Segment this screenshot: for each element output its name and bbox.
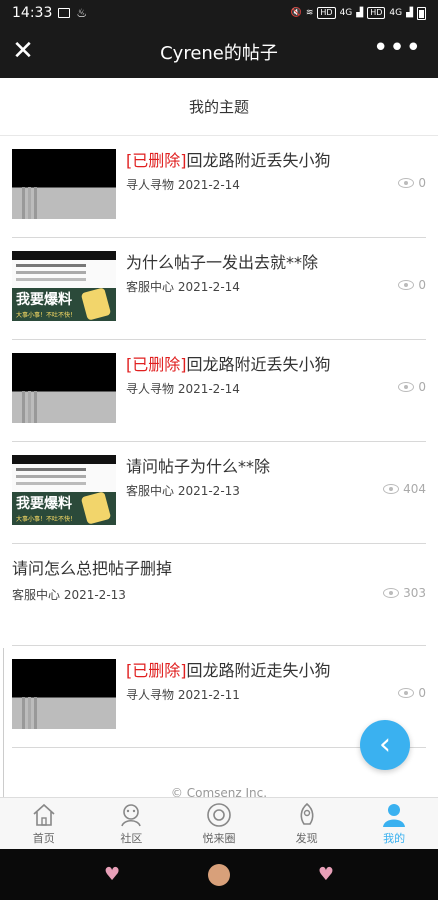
view-count: 0 (398, 278, 426, 292)
post-meta: 寻人寻物 2021-2-11 (126, 688, 240, 702)
eye-icon (383, 588, 400, 598)
tab-home[interactable]: 首页 (0, 798, 88, 849)
view-count: 404 (383, 482, 426, 496)
eye-icon (398, 178, 415, 188)
post-meta: 寻人寻物 2021-2-14 (126, 382, 240, 396)
eye-icon (398, 382, 415, 392)
chevron-left-icon: ‹ (379, 727, 391, 762)
image-notification-icon (58, 8, 71, 18)
home-icon (31, 802, 57, 828)
post-list: [已删除]回龙路附近丢失小狗 寻人寻物 2021-2-14 0 我要爆料 大事小… (0, 136, 438, 748)
eye-icon (398, 688, 415, 698)
discover-icon (294, 802, 320, 828)
eye-icon (383, 484, 400, 494)
hd-badge-1: HD (317, 7, 336, 19)
close-icon[interactable]: ✕ (10, 38, 36, 64)
recent-heart-icon[interactable]: ♥ (318, 864, 334, 885)
section-title: 我的主题 (0, 78, 438, 136)
app-notification-icon: ♨ (76, 6, 88, 20)
list-item[interactable]: 我要爆料 大事小事！不吐不快！ 请问帖子为什么**除 客服中心 2021-2-1… (12, 442, 426, 544)
status-time: 14:33 (12, 5, 53, 21)
profile-icon (381, 802, 407, 828)
post-thumbnail (12, 149, 116, 219)
view-count: 0 (398, 176, 426, 190)
wifi-icon: ≋ (305, 8, 314, 18)
post-meta: 客服中心 2021-2-13 (126, 484, 240, 498)
post-meta: 客服中心 2021-2-14 (126, 280, 240, 294)
mute-icon: 🔇 (290, 8, 302, 18)
post-thumbnail: 我要爆料 大事小事！不吐不快！ (12, 251, 116, 321)
network-badge-2: 4G (389, 8, 403, 18)
signal-icon-2: ▟ (406, 8, 413, 18)
network-badge-1: 4G (339, 8, 353, 18)
tab-profile[interactable]: 我的 (350, 798, 438, 849)
tab-circle[interactable]: 悦来圈 (175, 798, 263, 849)
community-icon (118, 802, 144, 828)
post-thumbnail: 我要爆料 大事小事！不吐不快！ (12, 455, 116, 525)
post-title: [已删除]回龙路附近走失小狗 (126, 661, 331, 680)
list-item[interactable]: [已删除]回龙路附近丢失小狗 寻人寻物 2021-2-14 0 (12, 136, 426, 238)
post-meta: 客服中心 2021-2-13 (12, 588, 126, 602)
view-count: 0 (398, 686, 426, 700)
post-thumbnail (12, 353, 116, 423)
hd-badge-2: HD (367, 7, 386, 19)
battery-icon (417, 6, 426, 20)
deleted-tag: [已删除] (126, 355, 187, 374)
view-count: 0 (398, 380, 426, 394)
deleted-tag: [已删除] (126, 661, 187, 680)
post-title: 为什么帖子一发出去就**除 (126, 253, 319, 272)
status-bar: 14:33 ♨ 🔇 ≋ HD 4G ▟ HD 4G ▟ (0, 0, 438, 26)
view-count: 303 (383, 586, 426, 600)
list-item[interactable]: 请问怎么总把帖子删掉 客服中心 2021-2-13 303 (12, 544, 426, 646)
post-title: 请问帖子为什么**除 (126, 457, 271, 476)
back-heart-icon[interactable]: ♥ (104, 864, 120, 885)
nav-bar: ✕ Cyrene的帖子 ••• (0, 26, 438, 78)
eye-icon (398, 280, 415, 290)
post-thumbnail (12, 659, 116, 729)
deleted-tag: [已删除] (126, 151, 187, 170)
home-paw-icon[interactable] (208, 863, 230, 886)
bottom-tab-bar: 首页 社区 悦来圈 发现 我的 (0, 797, 438, 849)
list-item[interactable]: 我要爆料 大事小事！不吐不快！ 为什么帖子一发出去就**除 客服中心 2021-… (12, 238, 426, 340)
scroll-edge (0, 648, 4, 798)
post-title: 请问怎么总把帖子删掉 (12, 559, 173, 578)
circle-icon (206, 802, 232, 828)
tab-community[interactable]: 社区 (88, 798, 176, 849)
post-title: [已删除]回龙路附近丢失小狗 (126, 151, 331, 170)
list-item[interactable]: [已删除]回龙路附近丢失小狗 寻人寻物 2021-2-14 0 (12, 340, 426, 442)
back-button[interactable]: ‹ (360, 720, 410, 770)
signal-icon-1: ▟ (356, 8, 364, 18)
more-icon[interactable]: ••• (373, 35, 422, 61)
post-meta: 寻人寻物 2021-2-14 (126, 178, 240, 192)
tab-discover[interactable]: 发现 (263, 798, 351, 849)
post-title: [已删除]回龙路附近丢失小狗 (126, 355, 331, 374)
system-nav-bar: ♥ ♥ (0, 849, 438, 900)
